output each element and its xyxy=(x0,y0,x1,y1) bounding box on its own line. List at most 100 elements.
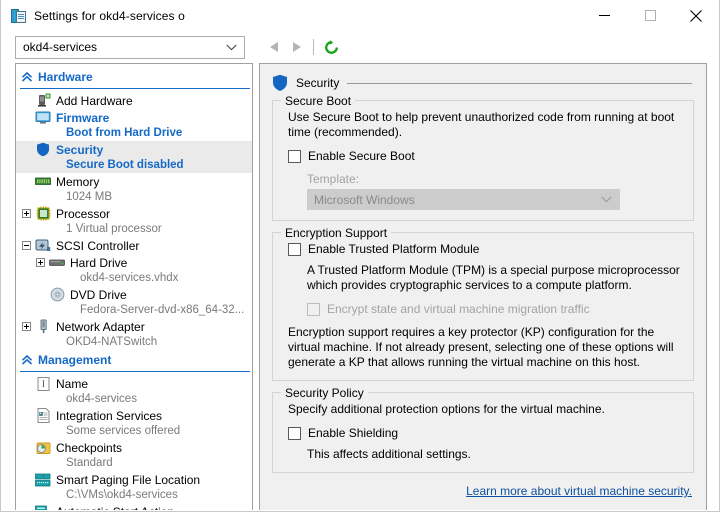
tree-expander-plus[interactable] xyxy=(20,205,33,222)
enable-shielding-row[interactable]: Enable Shielding xyxy=(288,426,681,440)
sidebar-item-title: Integration Services xyxy=(56,409,163,423)
close-button[interactable] xyxy=(673,0,719,31)
tree-expander-placeholder xyxy=(20,503,33,510)
back-button[interactable] xyxy=(263,36,285,58)
enable-shielding-label: Enable Shielding xyxy=(308,426,399,440)
firmware-icon xyxy=(34,109,52,126)
page-title: Security xyxy=(296,76,340,90)
sidebar-item-title: Hard Drive xyxy=(70,256,128,270)
checkpoints-icon xyxy=(34,439,52,456)
page-title-row: Security xyxy=(272,74,696,92)
enable-tpm-row[interactable]: Enable Trusted Platform Module xyxy=(288,242,681,256)
tree-expander-placeholder xyxy=(20,375,33,392)
sidebar-item-sub: Secure Boot disabled xyxy=(66,159,184,171)
settings-tree[interactable]: Hardware Add Hardware Firmware Boot from… xyxy=(15,63,253,510)
network-adapter-icon xyxy=(34,318,52,335)
sidebar-item-title: Security xyxy=(56,143,104,157)
tree-expander-placeholder xyxy=(20,109,33,126)
sidebar-item-sub: Standard xyxy=(66,457,113,469)
toolbar: okd4-services xyxy=(1,31,719,63)
tree-group-hardware[interactable]: Hardware xyxy=(16,67,252,86)
sidebar-item-sub: 1024 MB xyxy=(66,191,113,203)
toolbar-separator xyxy=(313,39,314,55)
encrypt-state-checkbox xyxy=(307,302,320,316)
maximize-button[interactable] xyxy=(627,0,673,31)
content-container: Security Secure Boot Use Secure Boot to … xyxy=(253,63,719,511)
learn-more-link[interactable]: Learn more about virtual machine securit… xyxy=(466,484,692,498)
integration-services-icon xyxy=(34,407,52,424)
secure-boot-legend: Secure Boot xyxy=(281,94,356,108)
automatic-start-icon xyxy=(34,503,52,510)
tree-expander-plus[interactable] xyxy=(20,318,33,335)
sidebar-item-add-hardware[interactable]: Add Hardware xyxy=(16,92,252,109)
sidebar-item-integration-services[interactable]: Integration Services Some services offer… xyxy=(16,407,252,439)
navigation-group xyxy=(263,36,342,58)
sidebar-item-dvd-drive[interactable]: DVD Drive Fedora-Server-dvd-x86_64-32... xyxy=(16,286,252,318)
tpm-description: A Trusted Platform Module (TPM) is a spe… xyxy=(307,263,680,292)
secure-boot-description: Use Secure Boot to help prevent unauthor… xyxy=(288,110,675,139)
security-shield-icon xyxy=(272,74,288,92)
sidebar-item-network-adapter[interactable]: Network Adapter OKD4-NATSwitch xyxy=(16,318,252,350)
shielding-note: This affects additional settings. xyxy=(307,447,471,461)
tree-expander-placeholder xyxy=(20,92,33,109)
sidebar-item-security[interactable]: Security Secure Boot disabled xyxy=(16,141,252,173)
sidebar-item-memory[interactable]: Memory 1024 MB xyxy=(16,173,252,205)
forward-button[interactable] xyxy=(285,36,307,58)
tree-group-label: Hardware xyxy=(38,69,93,84)
learn-more-row: Learn more about virtual machine securit… xyxy=(270,484,692,498)
svg-text:I: I xyxy=(42,379,45,389)
tree-expander-placeholder xyxy=(20,471,33,488)
enable-tpm-checkbox[interactable] xyxy=(288,242,301,256)
refresh-button[interactable] xyxy=(320,36,342,58)
sidebar-item-title: Smart Paging File Location xyxy=(56,473,201,487)
tree-expander-placeholder xyxy=(20,439,33,456)
security-shield-icon xyxy=(34,141,52,158)
tree-expander-placeholder xyxy=(20,141,33,158)
chevron-down-icon xyxy=(601,190,612,209)
secure-boot-group: Secure Boot Use Secure Boot to help prev… xyxy=(272,94,694,221)
tree-group-rule xyxy=(20,88,250,89)
tree-expander-plus[interactable] xyxy=(34,254,47,271)
memory-icon xyxy=(34,173,52,190)
sidebar-item-title: Add Hardware xyxy=(56,94,133,108)
enable-secure-boot-row[interactable]: Enable Secure Boot xyxy=(288,149,681,163)
chevron-up-icon xyxy=(20,353,34,367)
enable-shielding-checkbox[interactable] xyxy=(288,426,301,440)
chevron-down-icon xyxy=(222,44,240,51)
window-controls xyxy=(581,0,719,31)
settings-dialog: Settings for okd4-services o okd4-servic… xyxy=(0,0,720,512)
minimize-button[interactable] xyxy=(581,0,627,31)
sidebar-container: Hardware Add Hardware Firmware Boot from… xyxy=(1,63,253,511)
tree-expander-minus[interactable] xyxy=(20,237,33,254)
sidebar-item-hard-drive[interactable]: Hard Drive okd4-services.vhdx xyxy=(16,254,252,286)
sidebar-item-checkpoints[interactable]: Checkpoints Standard xyxy=(16,439,252,471)
tree-group-rule xyxy=(20,371,250,372)
template-dropdown: Microsoft Windows xyxy=(307,189,620,210)
name-icon: I xyxy=(34,375,52,392)
security-policy-description: Specify additional protection options fo… xyxy=(288,402,605,416)
sidebar-item-sub: C:\VMs\okd4-services xyxy=(66,489,178,501)
sidebar-item-title: SCSI Controller xyxy=(56,239,140,253)
sidebar-item-processor[interactable]: Processor 1 Virtual processor xyxy=(16,205,252,237)
window-title: Settings for okd4-services o xyxy=(34,8,185,23)
sidebar-item-automatic-start-action[interactable]: Automatic Start Action xyxy=(16,503,252,510)
add-hardware-icon xyxy=(34,92,52,109)
sidebar-item-sub: okd4-services xyxy=(66,393,137,405)
sidebar-item-firmware[interactable]: Firmware Boot from Hard Drive xyxy=(16,109,252,141)
sidebar-item-sub: okd4-services.vhdx xyxy=(80,272,179,284)
tree-expander-placeholder xyxy=(20,407,33,424)
enable-secure-boot-label: Enable Secure Boot xyxy=(308,149,415,163)
vm-selector-dropdown[interactable]: okd4-services xyxy=(15,35,245,59)
scsi-controller-icon xyxy=(34,237,52,254)
enable-tpm-label: Enable Trusted Platform Module xyxy=(308,242,480,256)
sidebar-item-name[interactable]: I Name okd4-services xyxy=(16,375,252,407)
sidebar-item-title: Firmware xyxy=(56,111,110,125)
sidebar-item-title: Memory xyxy=(56,175,100,189)
title-bar: Settings for okd4-services o xyxy=(1,0,719,31)
sidebar-item-scsi-controller[interactable]: SCSI Controller xyxy=(16,237,252,254)
security-policy-group: Security Policy Specify additional prote… xyxy=(272,386,694,473)
sidebar-item-title: Name xyxy=(56,377,89,391)
sidebar-item-smart-paging-file-location[interactable]: Smart Paging File Location C:\VMs\okd4-s… xyxy=(16,471,252,503)
tree-group-management[interactable]: Management xyxy=(16,350,252,369)
enable-secure-boot-checkbox[interactable] xyxy=(288,149,301,163)
